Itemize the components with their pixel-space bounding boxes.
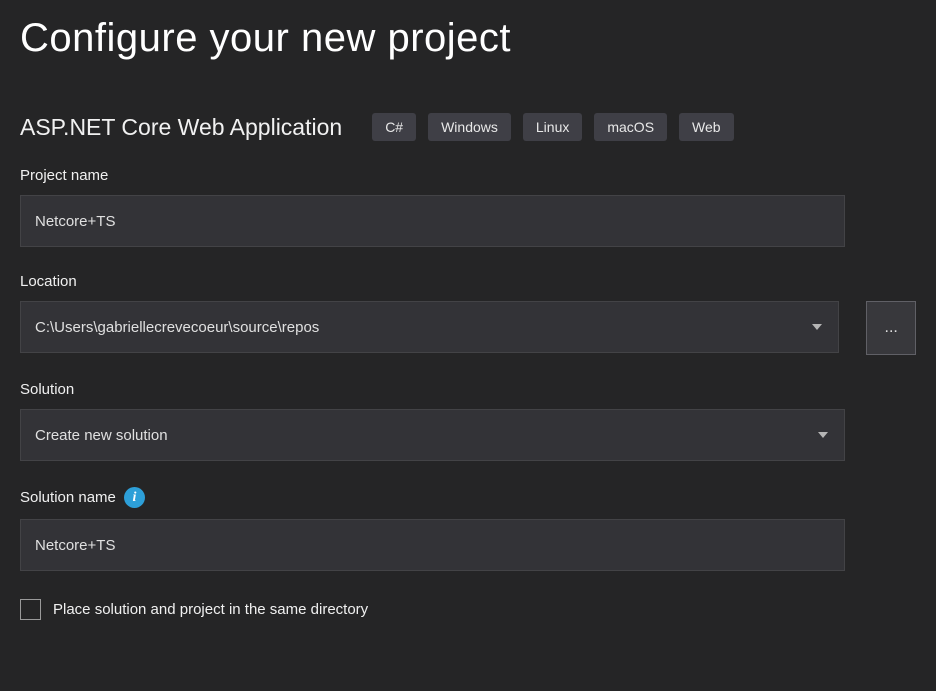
template-header: ASP.NET Core Web Application C# Windows …: [20, 113, 916, 141]
solution-name-label: Solution name i: [20, 487, 916, 508]
same-directory-row: Place solution and project in the same d…: [20, 599, 916, 620]
location-row: C:\Users\gabriellecrevecoeur\source\repo…: [20, 301, 916, 355]
same-directory-checkbox[interactable]: [20, 599, 41, 620]
browse-button[interactable]: ...: [866, 301, 916, 355]
solution-combobox[interactable]: Create new solution: [20, 409, 845, 461]
solution-value: Create new solution: [35, 427, 168, 444]
tag-web: Web: [679, 113, 734, 141]
template-name: ASP.NET Core Web Application: [20, 114, 342, 141]
solution-name-label-text: Solution name: [20, 489, 116, 506]
tag-linux: Linux: [523, 113, 582, 141]
configure-project-dialog: Configure your new project ASP.NET Core …: [0, 0, 936, 691]
location-value: C:\Users\gabriellecrevecoeur\source\repo…: [35, 319, 319, 336]
chevron-down-icon[interactable]: [818, 432, 828, 438]
location-label: Location: [20, 273, 916, 290]
solution-label: Solution: [20, 381, 916, 398]
tag-macos: macOS: [594, 113, 667, 141]
location-combobox[interactable]: C:\Users\gabriellecrevecoeur\source\repo…: [20, 301, 839, 353]
project-name-input[interactable]: [20, 195, 845, 247]
same-directory-label: Place solution and project in the same d…: [53, 601, 368, 618]
tag-csharp: C#: [372, 113, 416, 141]
info-icon[interactable]: i: [124, 487, 145, 508]
tag-windows: Windows: [428, 113, 511, 141]
chevron-down-icon[interactable]: [812, 324, 822, 330]
solution-name-input[interactable]: [20, 519, 845, 571]
page-title: Configure your new project: [20, 16, 916, 61]
project-name-label: Project name: [20, 167, 916, 184]
